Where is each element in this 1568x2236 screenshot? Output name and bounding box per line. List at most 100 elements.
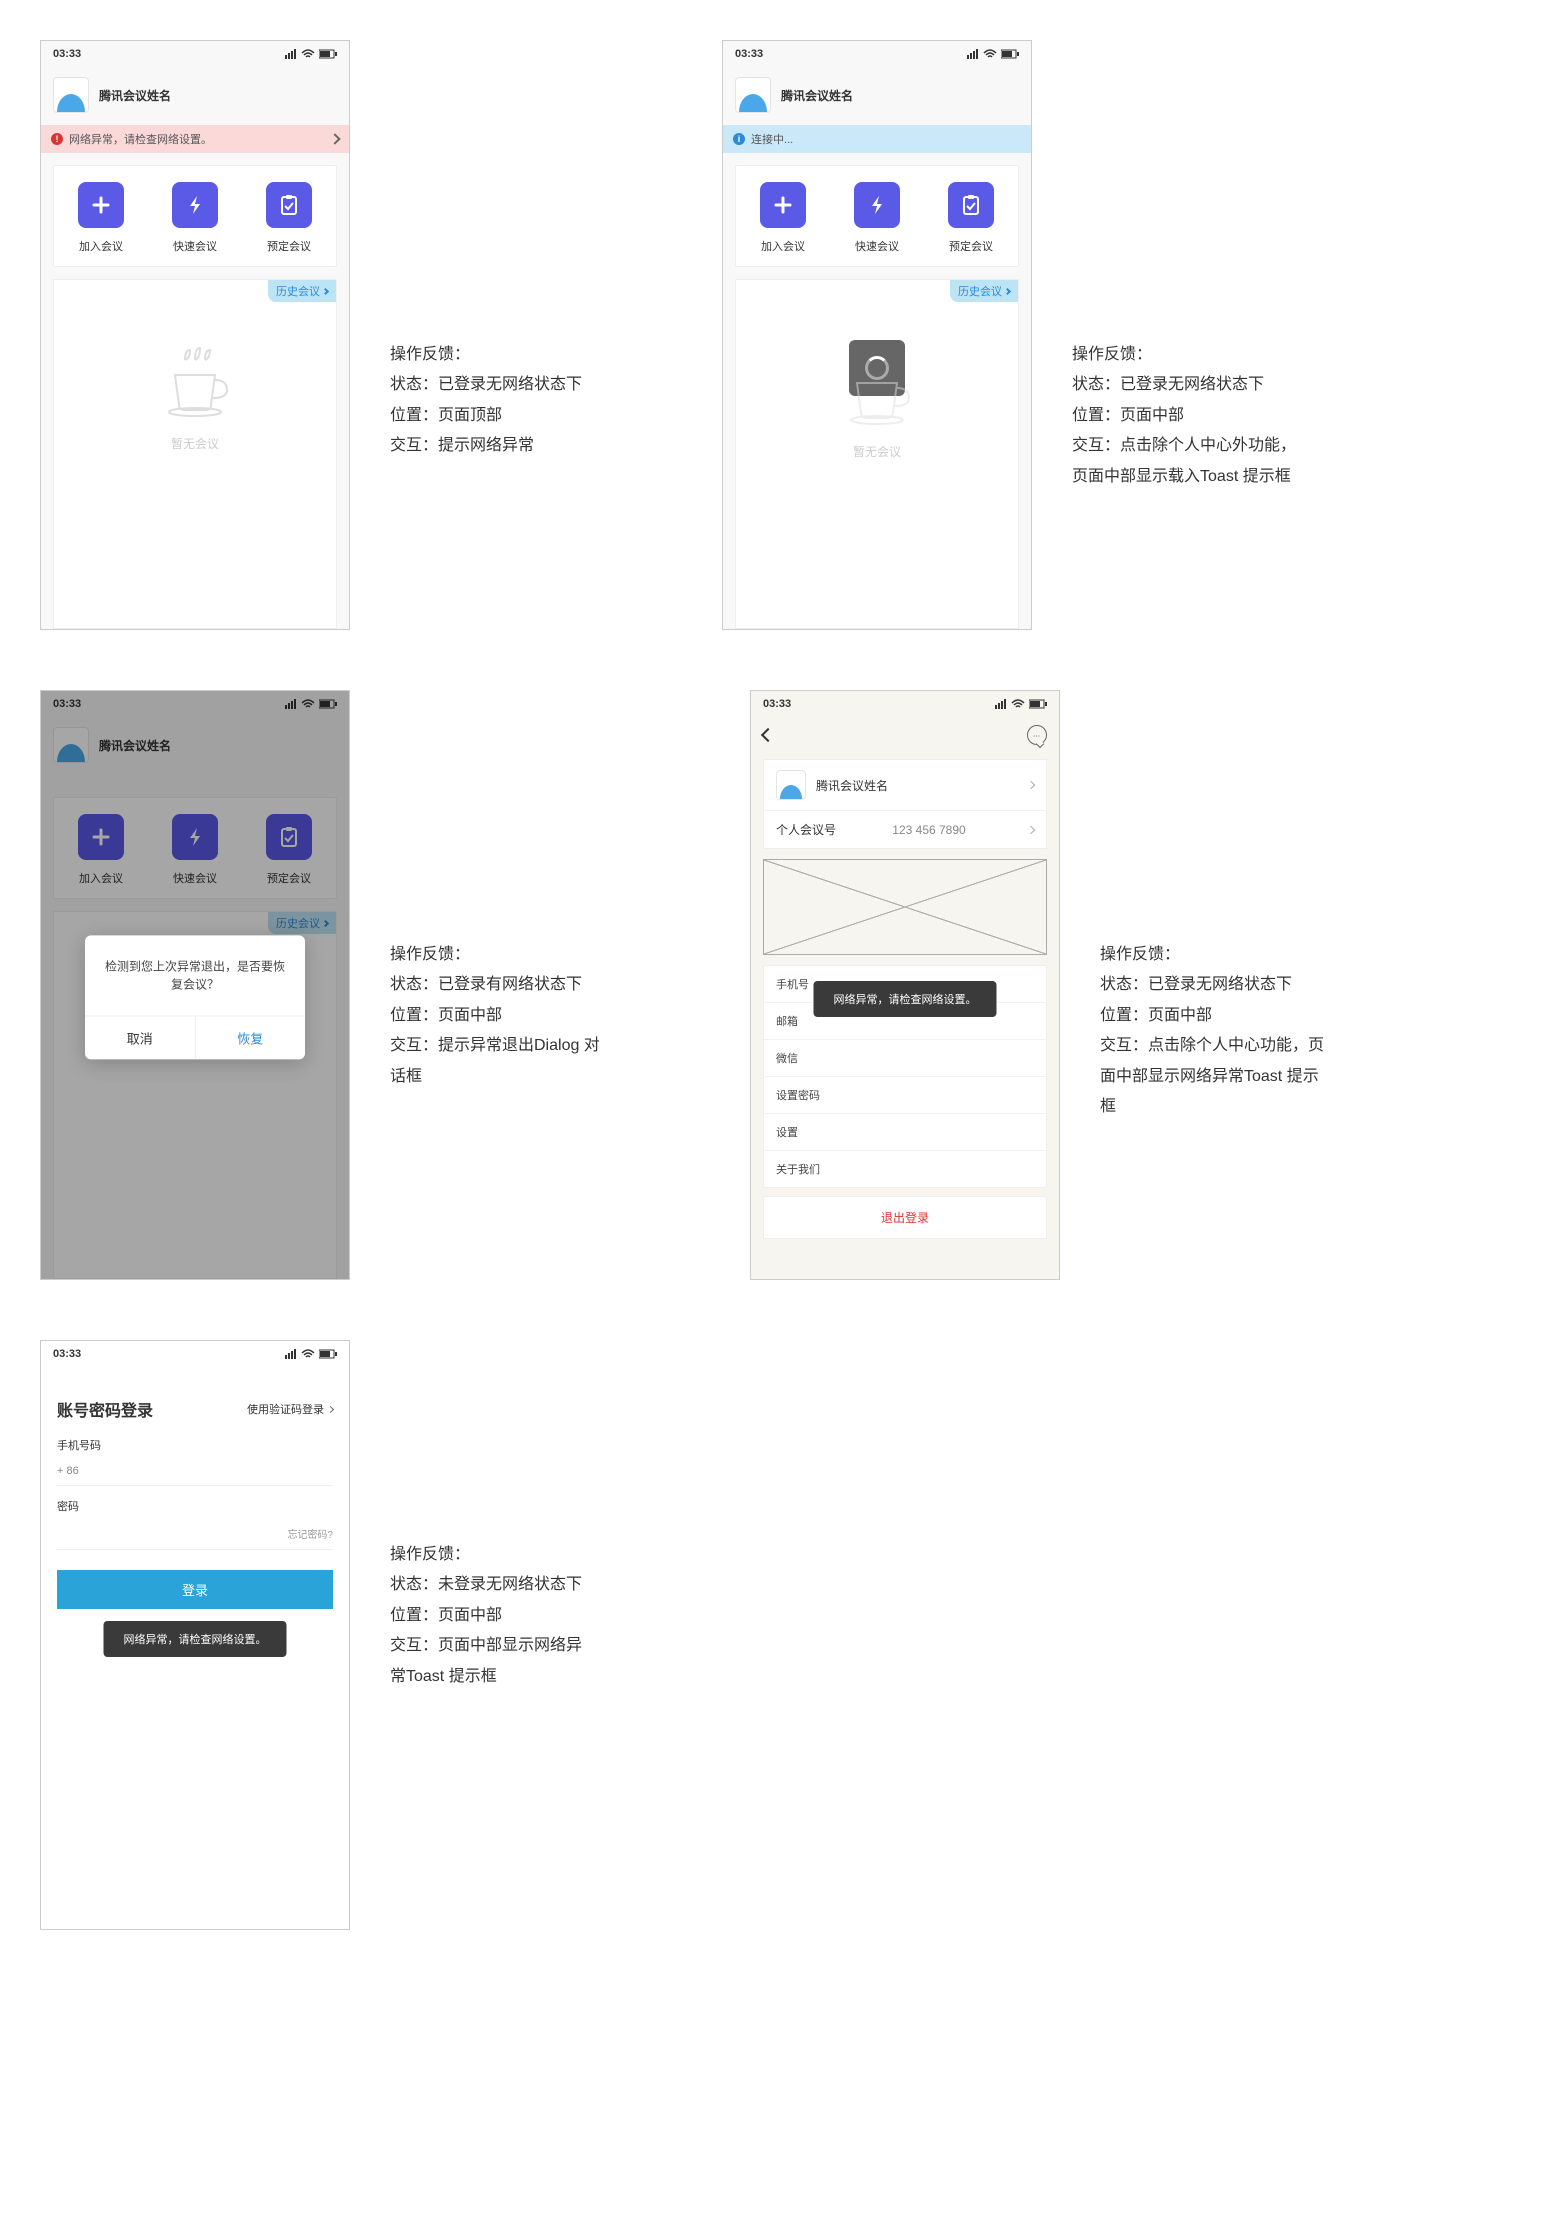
battery-icon <box>319 1349 337 1359</box>
status-bar: 03:33 <box>751 691 1059 717</box>
login-button[interactable]: 登录 <box>57 1570 333 1609</box>
wifi-icon <box>983 49 997 59</box>
battery-icon <box>1029 699 1047 709</box>
description-1: 操作反馈： 状态：已登录无网络状态下 位置：页面顶部 交互：提示网络异常 <box>390 40 582 462</box>
status-icons <box>285 1349 337 1359</box>
error-icon: ! <box>51 133 63 145</box>
battery-icon <box>319 49 337 59</box>
status-bar: 03:33 <box>41 1341 349 1367</box>
status-time: 03:33 <box>53 48 81 60</box>
screen-profile-toast: 03:33 ••• 腾讯会议姓名 个人会议号 123 456 7890 <box>750 690 1060 1280</box>
empty-state-label: 暂无会议 <box>171 435 219 452</box>
login-title-row: 账号密码登录 使用验证码登录 <box>41 1367 349 1425</box>
screen-login: 03:33 账号密码登录 使用验证码登录 手机号码 + 86 密码 <box>40 1340 350 1930</box>
history-area: 历史会议 暂无会议 <box>53 279 337 629</box>
password-field-group: 密码 忘记密码? <box>41 1486 349 1550</box>
list-item-wechat[interactable]: 微信 <box>764 1040 1046 1077</box>
status-icons <box>967 49 1019 59</box>
logout-button[interactable]: 退出登录 <box>763 1196 1047 1239</box>
password-input-row[interactable]: 忘记密码? <box>57 1520 333 1550</box>
meeting-id-row[interactable]: 个人会议号 123 456 7890 <box>764 811 1046 848</box>
list-item-setpwd[interactable]: 设置密码 <box>764 1077 1046 1114</box>
plus-icon <box>772 194 794 216</box>
wifi-icon <box>301 1349 315 1359</box>
phone-input-row[interactable]: + 86 <box>57 1459 333 1486</box>
list-item-about[interactable]: 关于我们 <box>764 1151 1046 1187</box>
chevron-right-icon <box>1027 825 1035 833</box>
history-area: 历史会议 暂无会议 <box>735 279 1019 629</box>
back-button[interactable] <box>761 728 775 742</box>
status-time: 03:33 <box>53 1348 81 1360</box>
password-label: 密码 <box>57 1498 333 1514</box>
phone-label: 手机号码 <box>57 1437 333 1453</box>
signal-icon <box>285 1349 297 1359</box>
banner-text: 网络异常，请检查网络设置。 <box>69 131 212 147</box>
signal-icon <box>995 699 1007 709</box>
history-badge[interactable]: 历史会议 <box>268 280 336 302</box>
wifi-icon <box>301 49 315 59</box>
screen-restore-dialog: 03:33 腾讯会议姓名 加入会议 快速会议 预定会议 <box>40 690 350 1280</box>
status-bar: 03:33 <box>723 41 1031 67</box>
dialog-message: 检测到您上次异常退出，是否要恢复会议？ <box>85 935 305 1015</box>
chevron-right-icon <box>1004 287 1011 294</box>
history-badge[interactable]: 历史会议 <box>950 280 1018 302</box>
network-error-toast: 网络异常，请检查网络设置。 <box>104 1621 287 1657</box>
chevron-right-icon <box>327 1405 334 1412</box>
screen-connecting-toast: 03:33 腾讯会议姓名 i 连接中... 加入会议 快速会议 <box>722 40 1032 630</box>
home-header: 腾讯会议姓名 <box>41 67 349 125</box>
chevron-right-icon <box>1027 781 1035 789</box>
chat-icon[interactable]: ••• <box>1027 725 1047 745</box>
status-time: 03:33 <box>735 48 763 60</box>
join-meeting-button[interactable]: 加入会议 <box>760 182 806 254</box>
lightning-icon <box>866 194 888 216</box>
dialog-cancel-button[interactable]: 取消 <box>85 1016 195 1059</box>
status-bar: 03:33 <box>41 41 349 67</box>
login-title: 账号密码登录 <box>57 1397 153 1421</box>
description-2: 操作反馈： 状态：已登录无网络状态下 位置：页面中部 交互：点击除个人中心外功能… <box>1072 40 1302 492</box>
image-placeholder <box>763 859 1047 955</box>
alt-login-link[interactable]: 使用验证码登录 <box>247 1401 333 1417</box>
banner-text: 连接中... <box>751 131 793 147</box>
network-error-banner[interactable]: ! 网络异常，请检查网络设置。 <box>41 125 349 153</box>
empty-state-icon <box>155 340 235 425</box>
empty-state-label: 暂无会议 <box>853 443 901 460</box>
action-card: 加入会议 快速会议 预定会议 <box>53 165 337 267</box>
schedule-meeting-button[interactable]: 预定会议 <box>266 182 312 254</box>
phone-field-group: 手机号码 + 86 <box>41 1425 349 1486</box>
network-error-toast: 网络异常，请检查网络设置。 <box>814 981 997 1017</box>
quick-meeting-button[interactable]: 快速会议 <box>854 182 900 254</box>
username-label: 腾讯会议姓名 <box>99 87 171 104</box>
screen-network-error-banner: 03:33 腾讯会议姓名 ! 网络异常，请检查网络设置。 加入会议 快速会议 <box>40 40 350 630</box>
schedule-meeting-button[interactable]: 预定会议 <box>948 182 994 254</box>
lightning-icon <box>184 194 206 216</box>
spinner-icon <box>865 356 889 380</box>
plus-icon <box>90 194 112 216</box>
empty-state-icon <box>837 378 917 433</box>
dialog-restore-button[interactable]: 恢复 <box>195 1016 306 1059</box>
avatar[interactable] <box>53 77 89 113</box>
info-icon: i <box>733 133 745 145</box>
avatar[interactable] <box>735 77 771 113</box>
country-code[interactable]: + 86 <box>57 1465 79 1477</box>
description-5: 操作反馈： 状态：未登录无网络状态下 位置：页面中部 交互：页面中部显示网络异常… <box>390 1340 590 1692</box>
connecting-banner[interactable]: i 连接中... <box>723 125 1031 153</box>
clipboard-check-icon <box>278 194 300 216</box>
forgot-password-link[interactable]: 忘记密码? <box>287 1526 333 1541</box>
status-time: 03:33 <box>763 698 791 710</box>
restore-dialog: 检测到您上次异常退出，是否要恢复会议？ 取消 恢复 <box>85 935 305 1059</box>
wifi-icon <box>1011 699 1025 709</box>
description-3: 操作反馈： 状态：已登录有网络状态下 位置：页面中部 交互：提示异常退出Dial… <box>390 690 610 1092</box>
username-label: 腾讯会议姓名 <box>781 87 853 104</box>
home-header: 腾讯会议姓名 <box>723 67 1031 125</box>
chevron-right-icon <box>322 287 329 294</box>
status-icons <box>995 699 1047 709</box>
battery-icon <box>1001 49 1019 59</box>
clipboard-check-icon <box>960 194 982 216</box>
quick-meeting-button[interactable]: 快速会议 <box>172 182 218 254</box>
join-meeting-button[interactable]: 加入会议 <box>78 182 124 254</box>
list-item-settings[interactable]: 设置 <box>764 1114 1046 1151</box>
profile-name-row[interactable]: 腾讯会议姓名 <box>764 760 1046 811</box>
nav-bar: ••• <box>751 717 1059 753</box>
profile-card: 腾讯会议姓名 个人会议号 123 456 7890 <box>763 759 1047 849</box>
signal-icon <box>967 49 979 59</box>
